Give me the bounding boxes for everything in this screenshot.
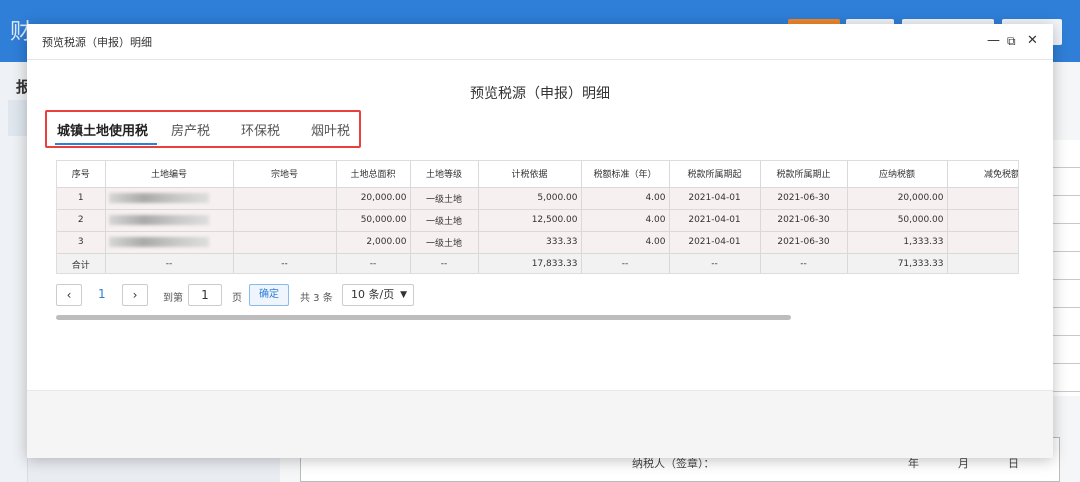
- cell-total: --: [760, 253, 848, 273]
- cell-total-area: 20,000.00: [336, 187, 411, 210]
- modal-footer: [27, 390, 1053, 458]
- table-total-row: 合计 -- -- -- -- 17,833.33 -- -- -- 71,333…: [57, 253, 1018, 273]
- header-cell: 应纳税额: [847, 161, 948, 188]
- cell-tax-rate: 4.00: [581, 231, 670, 254]
- header-cell: 宗地号: [233, 161, 337, 188]
- horizontal-scrollbar[interactable]: [56, 315, 791, 320]
- active-tab-indicator: [55, 143, 157, 145]
- header-cell: 土地等级: [410, 161, 479, 188]
- tax-source-table: 序号 土地编号 宗地号 土地总面积 土地等级 计税依据 税额标准（年） 税款所属…: [56, 160, 1019, 274]
- table-row: 1 20,000.00 一级土地 5,000.00 4.00 2021-04-0…: [57, 187, 1018, 210]
- header-cell: 土地总面积: [336, 161, 411, 188]
- maximize-icon[interactable]: ⧉: [1007, 33, 1016, 49]
- cell-period-start: 2021-04-01: [669, 209, 761, 232]
- cell-land-grade: 一级土地: [410, 187, 479, 210]
- header-cell: 税款所属期起: [669, 161, 761, 188]
- cell-period-end: 2021-06-30: [760, 231, 848, 254]
- goto-page-input[interactable]: [188, 284, 222, 306]
- header-cell: 税款所属期止: [760, 161, 848, 188]
- cell-tax-payable: 1,333.33: [847, 231, 948, 254]
- cell-period-start: 2021-04-01: [669, 187, 761, 210]
- prev-page-button[interactable]: ‹: [56, 284, 82, 306]
- tax-type-tabs: 城镇土地使用税 房产税 环保税 烟叶税: [45, 110, 361, 148]
- cell-land-grade: 一级土地: [410, 231, 479, 254]
- cell-land-number: [105, 187, 234, 210]
- cell-index: 1: [57, 187, 106, 210]
- header-cell: 土地编号: [105, 161, 234, 188]
- cell-parcel-number: [233, 187, 337, 210]
- cell-total-tax-basis: 17,833.33: [478, 253, 582, 273]
- cell-tax-basis: 5,000.00: [478, 187, 582, 210]
- total-count: 共 3 条: [300, 293, 333, 304]
- header-cell: 减免税额: [947, 161, 1018, 188]
- cell-total: --: [669, 253, 761, 273]
- cell-tax-basis: 12,500.00: [478, 209, 582, 232]
- cell-total-area: 50,000.00: [336, 209, 411, 232]
- modal-title: 预览税源（申报）明细: [42, 36, 152, 49]
- cell-tax-payable: 50,000.00: [847, 209, 948, 232]
- cell-tax-relief: [947, 231, 1018, 254]
- current-page-number[interactable]: 1: [98, 287, 106, 301]
- cell-tax-rate: 4.00: [581, 209, 670, 232]
- cell-tax-basis: 333.33: [478, 231, 582, 254]
- cell-total: --: [581, 253, 670, 273]
- table-row: 2 50,000.00 一级土地 12,500.00 4.00 2021-04-…: [57, 209, 1018, 232]
- minimize-icon[interactable]: —: [987, 33, 1000, 49]
- cell-index: 3: [57, 231, 106, 254]
- cell-total: --: [410, 253, 479, 273]
- header-cell: 计税依据: [478, 161, 582, 188]
- cell-tax-relief: [947, 187, 1018, 210]
- redacted-value: [108, 236, 209, 247]
- sidebar-tab[interactable]: [8, 100, 28, 136]
- cell-land-number: [105, 209, 234, 232]
- cell-parcel-number: [233, 231, 337, 254]
- cell-index: 2: [57, 209, 106, 232]
- cell-parcel-number: [233, 209, 337, 232]
- cell-total-tax-payable: 71,333.33: [847, 253, 948, 273]
- table-row: 3 2,000.00 一级土地 333.33 4.00 2021-04-01 2…: [57, 231, 1018, 254]
- cell-total: [947, 253, 1018, 273]
- cell-land-number: [105, 231, 234, 254]
- tab-environmental-tax[interactable]: 环保税: [241, 120, 280, 139]
- table-header-row: 序号 土地编号 宗地号 土地总面积 土地等级 计税依据 税额标准（年） 税款所属…: [57, 161, 1018, 188]
- next-page-button[interactable]: ›: [122, 284, 148, 306]
- cell-period-end: 2021-06-30: [760, 187, 848, 210]
- cell-total: --: [336, 253, 411, 273]
- cell-total: --: [105, 253, 234, 273]
- preview-modal: 预览税源（申报）明细 — ⧉ ✕ 预览税源（申报）明细 城镇土地使用税 房产税 …: [27, 24, 1053, 458]
- cell-period-start: 2021-04-01: [669, 231, 761, 254]
- tab-tobacco-leaf-tax[interactable]: 烟叶税: [311, 120, 350, 139]
- cell-tax-payable: 20,000.00: [847, 187, 948, 210]
- header-cell: 序号: [57, 161, 106, 188]
- redacted-value: [108, 192, 209, 203]
- cell-period-end: 2021-06-30: [760, 209, 848, 232]
- cell-total-label: 合计: [57, 253, 106, 273]
- confirm-goto-button[interactable]: 确定: [249, 284, 289, 306]
- page-size-select[interactable]: 10 条/页 ▼: [342, 284, 414, 306]
- cell-tax-relief: [947, 209, 1018, 232]
- tab-urban-land-use-tax[interactable]: 城镇土地使用税: [57, 120, 148, 139]
- page-size-value: 10 条/页: [351, 288, 395, 301]
- cell-tax-rate: 4.00: [581, 187, 670, 210]
- tab-property-tax[interactable]: 房产税: [171, 120, 210, 139]
- redacted-value: [108, 214, 209, 225]
- modal-titlebar: 预览税源（申报）明细 — ⧉ ✕: [27, 24, 1053, 60]
- page-title: 预览税源（申报）明细: [470, 86, 610, 102]
- page-unit-label: 页: [232, 293, 242, 304]
- cell-total-area: 2,000.00: [336, 231, 411, 254]
- background-table: [1050, 140, 1080, 396]
- close-icon[interactable]: ✕: [1027, 33, 1038, 49]
- goto-label: 到第: [163, 293, 183, 304]
- cell-land-grade: 一级土地: [410, 209, 479, 232]
- cell-total: --: [233, 253, 337, 273]
- header-cell: 税额标准（年）: [581, 161, 670, 188]
- chevron-down-icon: ▼: [400, 290, 407, 300]
